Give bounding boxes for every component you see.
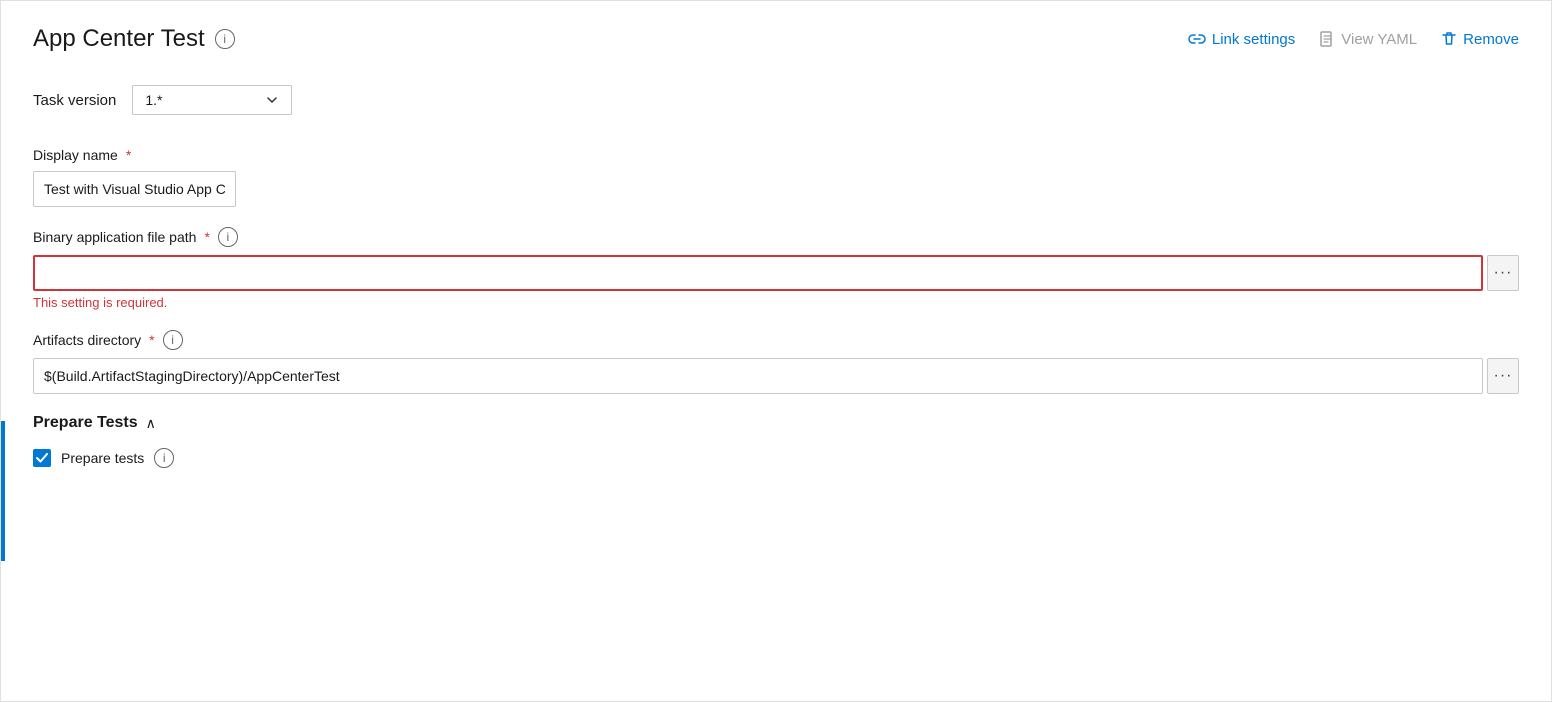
trash-icon [1441,31,1457,47]
prepare-tests-chevron-icon[interactable]: ∧ [146,415,156,432]
prepare-tests-info-icon[interactable]: i [154,448,174,468]
display-name-label: Display name * [33,147,1519,163]
page-title: App Center Test [33,25,205,53]
yaml-icon [1319,31,1335,47]
link-icon [1188,31,1206,47]
artifacts-dir-input[interactable] [33,358,1483,394]
binary-path-field-group: Binary application file path * i ··· Thi… [33,227,1519,310]
display-name-field-group: Display name * [33,147,1519,207]
artifacts-dir-field-group: Artifacts directory * i ··· [33,330,1519,394]
task-version-label: Task version [33,92,116,109]
prepare-tests-checkbox-row: Prepare tests i [33,448,1519,468]
artifacts-dir-required: * [149,332,154,348]
view-yaml-button[interactable]: View YAML [1319,31,1417,48]
remove-button[interactable]: Remove [1441,31,1519,48]
binary-path-info-icon[interactable]: i [218,227,238,247]
header: App Center Test i Link settings View YAM… [33,25,1519,53]
artifacts-dir-browse-button[interactable]: ··· [1487,358,1519,394]
display-name-input[interactable] [33,171,236,207]
prepare-tests-checkbox[interactable] [33,449,51,467]
binary-path-error: This setting is required. [33,295,1519,310]
binary-path-required: * [204,229,209,245]
binary-path-input-row: ··· [33,255,1519,291]
prepare-tests-section-header: Prepare Tests ∧ [33,414,1519,432]
main-card: App Center Test i Link settings View YAM… [0,0,1552,702]
prepare-tests-title: Prepare Tests [33,414,138,432]
binary-path-browse-button[interactable]: ··· [1487,255,1519,291]
artifacts-dir-input-row: ··· [33,358,1519,394]
link-settings-button[interactable]: Link settings [1188,31,1295,48]
artifacts-dir-label: Artifacts directory * i [33,330,1519,350]
task-version-select[interactable]: 1.* [132,85,292,115]
binary-path-label: Binary application file path * i [33,227,1519,247]
checkmark-icon [36,453,48,463]
display-name-required: * [126,147,131,163]
prepare-tests-label: Prepare tests [61,450,144,466]
task-version-row: Task version 1.* [33,85,1519,115]
title-area: App Center Test i [33,25,235,53]
title-info-icon[interactable]: i [215,29,235,49]
header-actions: Link settings View YAML Remove [1188,31,1519,48]
artifacts-dir-info-icon[interactable]: i [163,330,183,350]
binary-path-input[interactable] [33,255,1483,291]
task-version-value: 1.* [145,92,162,108]
chevron-down-icon [265,93,279,107]
